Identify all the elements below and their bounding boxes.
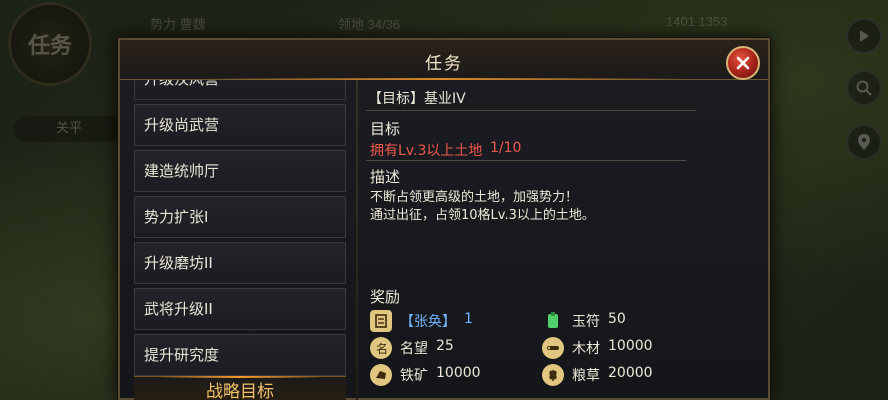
- iron-ore-icon: [370, 364, 392, 386]
- quest-detail: 【目标】基业IV 目标 拥有Lv.3以上土地 1/10 描述 不断占领更高级的土…: [366, 80, 762, 400]
- quest-list-item-label: 升级汉风营: [144, 80, 219, 88]
- strategy-goal-tab[interactable]: 战略目标: [134, 376, 346, 400]
- quest-list-item[interactable]: 升级磨坊II: [134, 242, 346, 284]
- quest-list-item-label: 建造统帅厅: [144, 162, 220, 180]
- svg-text:名: 名: [376, 341, 388, 355]
- divider: [366, 160, 686, 161]
- quest-list-item-label: 势力扩张I: [144, 208, 209, 226]
- desc-line-2: 通过出征，占领10格Lv.3以上的土地。: [370, 208, 595, 223]
- reward-value: 50: [608, 311, 626, 327]
- reward-label: 【张奂】: [400, 314, 456, 330]
- reward-value: 10000: [436, 365, 481, 381]
- quest-list-item-label: 提升研究度: [144, 346, 220, 364]
- reward-label: 木材: [572, 341, 600, 357]
- reward-value: 20000: [608, 365, 653, 381]
- quest-list-item-label: 武将升级II: [144, 300, 213, 318]
- close-icon: [736, 56, 750, 70]
- reward-value: 25: [436, 338, 454, 354]
- quest-list-item[interactable]: 武将升级II: [134, 288, 346, 330]
- reward-label: 名望: [400, 341, 428, 357]
- reward-label: 玉符: [572, 314, 600, 330]
- quest-list-item-label: 升级磨坊II: [144, 254, 213, 272]
- goal-progress: 1/10: [490, 140, 522, 156]
- reward-heading: 奖励: [370, 288, 401, 306]
- quest-list-item[interactable]: 建造统帅厅: [134, 150, 346, 192]
- quest-list-item[interactable]: 提升研究度: [134, 334, 346, 376]
- dialog-title: 任务: [425, 54, 463, 74]
- desc-heading: 描述: [370, 168, 401, 186]
- fame-icon: 名: [370, 337, 392, 359]
- dialog-header: 任务: [120, 40, 768, 80]
- divider: [366, 110, 696, 111]
- wood-icon: [542, 337, 564, 359]
- desc-line-1: 不断占领更高级的土地，加强势力！: [370, 190, 579, 205]
- quest-list-item[interactable]: 势力扩张I: [134, 196, 346, 238]
- general-card-icon[interactable]: [370, 310, 392, 332]
- reward-label: 铁矿: [400, 368, 428, 384]
- panel-divider: [356, 80, 358, 400]
- quest-dialog: 任务 升级汉风营 升级尚武营 建造统帅厅 势力扩张I 升级磨坊II 武将升级II…: [118, 38, 770, 400]
- goal-text: 拥有Lv.3以上土地: [370, 143, 483, 159]
- strategy-goal-label: 战略目标: [206, 382, 274, 400]
- reward-value: 1: [464, 311, 473, 327]
- reward-value: 10000: [608, 338, 653, 354]
- jade-tally-icon: [542, 310, 564, 332]
- quest-title: 【目标】基业IV: [368, 91, 466, 107]
- quest-list: 升级汉风营 升级尚武营 建造统帅厅 势力扩张I 升级磨坊II 武将升级II 提升…: [132, 80, 350, 400]
- goal-heading: 目标: [370, 120, 401, 138]
- close-button[interactable]: [726, 46, 760, 80]
- quest-list-item-label: 升级尚武营: [144, 116, 220, 134]
- quest-list-item[interactable]: 升级尚武营: [134, 104, 346, 146]
- quest-list-item[interactable]: 升级汉风营: [134, 80, 346, 100]
- grain-icon: [542, 364, 564, 386]
- reward-label: 粮草: [572, 368, 600, 384]
